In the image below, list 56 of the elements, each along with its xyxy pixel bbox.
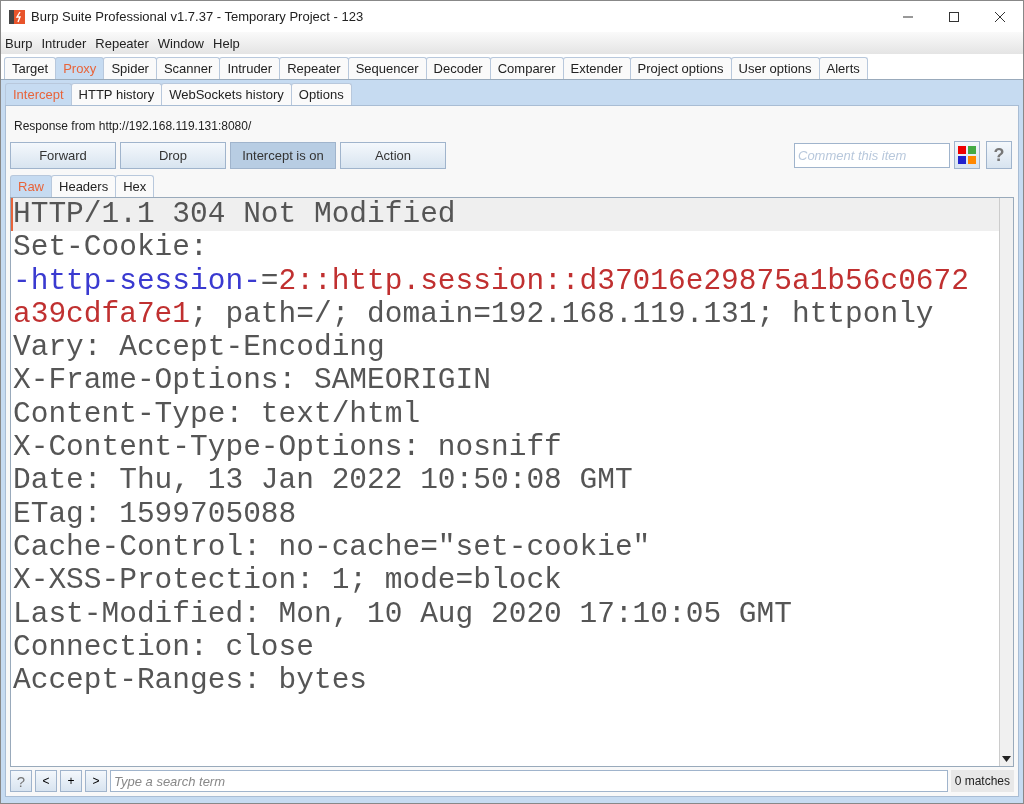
tab[interactable]: Project options: [629, 57, 732, 79]
menu-item[interactable]: Burp: [5, 35, 33, 51]
match-count: 0 matches: [950, 770, 1014, 792]
code-line: Last-Modified: Mon, 10 Aug 2020 17:10:05 GMT: [12, 597, 793, 631]
search-nav-button[interactable]: >: [85, 770, 107, 792]
action-button[interactable]: Action: [340, 141, 446, 169]
tab[interactable]: Decoder: [425, 57, 491, 79]
menu-item[interactable]: Intruder: [41, 35, 87, 51]
tab[interactable]: Sequencer: [347, 57, 427, 79]
action-button[interactable]: Drop: [120, 141, 226, 169]
code-line: Set-Cookie:: [12, 231, 209, 265]
code-line: -http-session-=2::http.session::d37016e29875a1b56c0672: [12, 264, 970, 298]
scroll-down-icon[interactable]: [1002, 756, 1011, 762]
action-button[interactable]: Forward: [10, 141, 116, 169]
code-line: Vary: Accept-Encoding: [12, 331, 386, 365]
code-line: X-Content-Type-Options: nosniff: [12, 431, 563, 465]
search-nav-button[interactable]: +: [60, 770, 82, 792]
tab[interactable]: Repeater: [279, 57, 349, 79]
tab[interactable]: Scanner: [155, 57, 221, 79]
scrollbar[interactable]: [999, 198, 1013, 766]
help-button[interactable]: ?: [986, 141, 1012, 169]
code-line: a39cdfa7e1; path=/; domain=192.168.119.131; httponly: [12, 297, 935, 332]
code-line: ETag: 1599705088: [12, 497, 298, 531]
tab[interactable]: Extender: [562, 57, 631, 79]
code-line: X-XSS-Protection: 1; mode=block: [12, 564, 563, 598]
window-title: Burp Suite Professional v1.7.37 - Temporary Project - 123: [31, 9, 364, 24]
tab[interactable]: User options: [730, 57, 820, 79]
tab[interactable]: HTTP history: [70, 83, 163, 105]
search-field[interactable]: Type a search term: [110, 770, 948, 792]
code-line: Connection: close: [12, 630, 315, 665]
action-button[interactable]: Intercept is on: [230, 141, 336, 169]
tab[interactable]: Comparer: [489, 57, 564, 79]
tab[interactable]: Intruder: [219, 57, 281, 79]
code-line: X-Frame-Options: SAMEORIGIN: [12, 364, 492, 398]
color-picker-button[interactable]: [954, 141, 980, 169]
code-line: Cache-Control: no-cache="set-cookie": [12, 530, 652, 565]
tab[interactable]: Alerts: [818, 57, 868, 79]
code-line: Date: Thu, 13 Jan 2022 10:50:08 GMT: [12, 464, 634, 498]
response-label: Response from http://192.168.119.131:8080/: [14, 119, 253, 133]
maximize-icon[interactable]: [948, 10, 960, 23]
tab[interactable]: Target: [4, 57, 57, 79]
code-line: Accept-Ranges: bytes: [12, 664, 369, 698]
search-nav-button[interactable]: <: [35, 770, 57, 792]
code-line: Content-Type: text/html: [12, 397, 422, 432]
tab[interactable]: Hex: [115, 175, 155, 197]
tab[interactable]: WebSockets history: [161, 83, 292, 105]
menu-item[interactable]: Help: [213, 35, 240, 51]
menu-item[interactable]: Repeater: [95, 35, 149, 51]
tab[interactable]: Spider: [103, 57, 157, 79]
app-logo-icon: [9, 8, 25, 25]
tab[interactable]: Options: [290, 83, 352, 105]
search-nav-button[interactable]: ?: [10, 770, 32, 792]
menu-item[interactable]: Window: [157, 35, 204, 51]
close-icon[interactable]: [994, 10, 1006, 23]
color-grid-icon: [958, 146, 976, 164]
comment-field[interactable]: Comment this item: [794, 142, 950, 168]
